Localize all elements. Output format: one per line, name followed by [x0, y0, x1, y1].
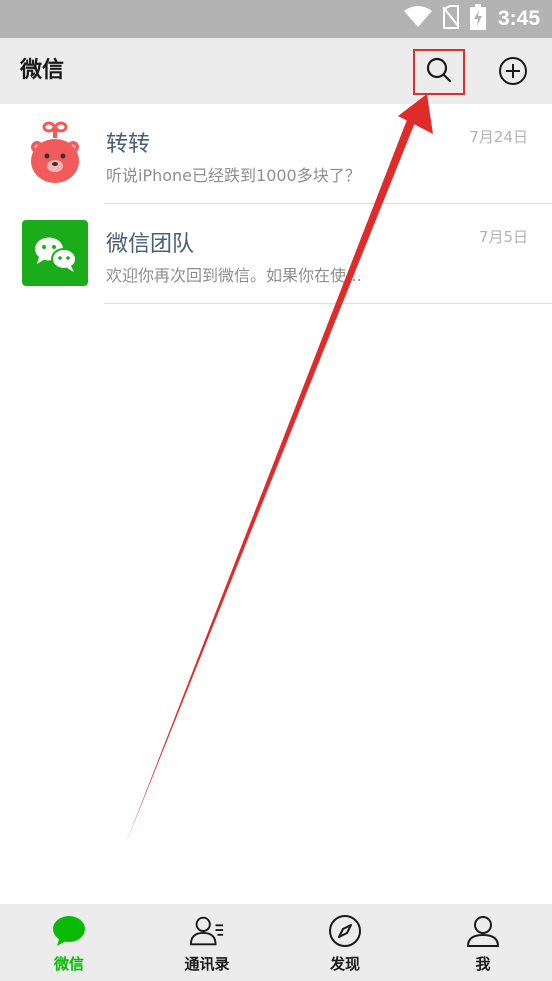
status-bar: 3:45 [0, 0, 552, 38]
status-icons: 3:45 [403, 0, 540, 38]
wifi-icon [403, 6, 432, 32]
add-button[interactable] [491, 51, 535, 95]
divider [104, 303, 552, 304]
chat-name: 转转 [106, 132, 151, 157]
chat-preview: 听说iPhone已经跌到1000多块了？ [106, 166, 361, 185]
chat-name: 微信团队 [106, 232, 195, 257]
add-circle-icon [498, 56, 528, 90]
tab-chats[interactable]: 微信 [0, 904, 138, 981]
chat-bubble-icon [51, 913, 87, 949]
chat-time: 7月5日 [478, 228, 528, 246]
contacts-icon [189, 913, 225, 949]
avatar [22, 120, 88, 186]
chat-time: 7月24日 [469, 128, 528, 146]
no-sim-icon [442, 5, 460, 33]
tab-label: 通讯录 [184, 955, 230, 973]
bear-avatar-icon [22, 120, 88, 186]
avatar [22, 220, 88, 286]
app-header: 微信 [0, 38, 552, 104]
tab-discover[interactable]: 发现 [276, 904, 414, 981]
tab-me[interactable]: 我 [414, 904, 552, 981]
status-time: 3:45 [497, 7, 540, 30]
tab-contacts[interactable]: 通讯录 [138, 904, 276, 981]
chat-item-zhuanzhuan[interactable]: 转转 听说iPhone已经跌到1000多块了？ 7月24日 [0, 104, 552, 204]
wechat-logo-icon [22, 220, 88, 286]
bottom-tab-bar: 微信 通讯录 发现 我 [0, 904, 552, 981]
person-icon [465, 913, 501, 949]
tab-label: 微信 [53, 955, 84, 973]
search-icon [426, 57, 452, 87]
tab-label: 发现 [329, 955, 360, 973]
battery-charging-icon [469, 4, 486, 34]
search-button[interactable] [413, 49, 465, 95]
compass-icon [327, 913, 363, 949]
chat-item-wechat-team[interactable]: 微信团队 欢迎你再次回到微信。如果你在使… 7月5日 [0, 204, 552, 304]
tab-label: 我 [475, 955, 491, 973]
chat-list: 转转 听说iPhone已经跌到1000多块了？ 7月24日 微信团队 欢迎你再次… [0, 104, 552, 304]
chat-preview: 欢迎你再次回到微信。如果你在使… [106, 266, 363, 285]
page-title: 微信 [20, 58, 65, 83]
